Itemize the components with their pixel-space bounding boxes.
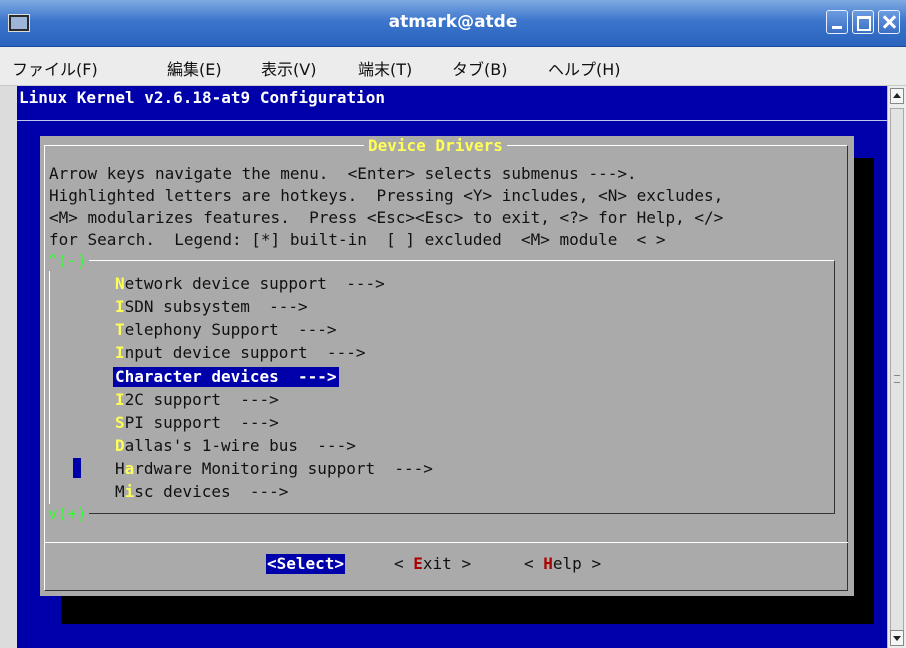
menu-item-input-device-support[interactable]: Input device support ---> xyxy=(113,343,367,363)
menu-item-misc-devices[interactable]: Misc devices ---> xyxy=(113,482,290,502)
menu-item-hardware-monitoring-support[interactable]: Hardware Monitoring support ---> xyxy=(113,459,435,479)
menu-file[interactable]: ファイル(F) xyxy=(12,56,98,80)
help-button[interactable]: < Help > xyxy=(524,554,601,574)
terminal-window: atmark@atde ファイル(F) 編集(E) 表示(V) 端末(T) タブ… xyxy=(0,0,906,648)
menu-tabs[interactable]: タブ(B) xyxy=(452,56,507,80)
help-line: Arrow keys navigate the menu. <Enter> se… xyxy=(49,164,637,183)
grip-icon xyxy=(894,375,900,383)
menu-help[interactable]: ヘルプ(H) xyxy=(548,56,621,80)
menu-edit[interactable]: 編集(E) xyxy=(167,56,222,80)
title-bar[interactable]: atmark@atde xyxy=(0,0,906,47)
scroll-down-indicator: v(+) xyxy=(46,504,89,524)
menu-item-character-devices[interactable]: Character devices ---> xyxy=(113,367,339,387)
menu-item-dallas-1-wire-bus[interactable]: Dallas's 1-wire bus ---> xyxy=(113,436,358,456)
close-button[interactable] xyxy=(878,10,900,34)
select-button[interactable]: <Select> xyxy=(266,554,346,574)
help-line: Highlighted letters are hotkeys. Pressin… xyxy=(49,186,724,205)
menu-item-telephony-support[interactable]: Telephony Support ---> xyxy=(113,320,339,340)
vertical-scrollbar[interactable] xyxy=(887,86,906,648)
scrollbar-thumb[interactable] xyxy=(890,108,904,644)
device-drivers-dialog: Device Drivers Arrow keys navigate the m… xyxy=(40,136,854,596)
menu-item-i2c-support[interactable]: I2C support ---> xyxy=(113,390,281,410)
window-title: atmark@atde xyxy=(388,12,518,32)
menu-item-spi-support[interactable]: SPI support ---> xyxy=(113,413,281,433)
scroll-down-arrow-icon[interactable] xyxy=(890,630,904,646)
menu-item-network-device-support[interactable]: Network device support ---> xyxy=(113,274,387,294)
scroll-up-indicator: ^(-) xyxy=(46,251,89,271)
dialog-title: Device Drivers xyxy=(364,136,507,156)
help-line: for Search. Legend: [*] built-in [ ] exc… xyxy=(49,230,666,249)
minimize-button[interactable] xyxy=(826,10,848,34)
menu-item-isdn-subsystem[interactable]: ISDN subsystem ---> xyxy=(113,297,310,317)
menu-view[interactable]: 表示(V) xyxy=(261,56,316,80)
header-divider xyxy=(17,120,887,121)
help-line: <M> modularizes features. Press <Esc><Es… xyxy=(49,208,724,227)
menu-terminal[interactable]: 端末(T) xyxy=(358,56,412,80)
exit-button[interactable]: < Exit > xyxy=(394,554,471,574)
terminal-screen[interactable]: Linux Kernel v2.6.18-at9 Configuration D… xyxy=(17,86,887,648)
maximize-button[interactable] xyxy=(852,10,874,34)
scroll-up-arrow-icon[interactable] xyxy=(890,88,904,104)
selection-marker xyxy=(73,458,81,478)
menu-bar: ファイル(F) 編集(E) 表示(V) 端末(T) タブ(B) ヘルプ(H) xyxy=(0,47,906,86)
button-row-divider xyxy=(44,542,848,543)
config-header: Linux Kernel v2.6.18-at9 Configuration xyxy=(19,88,386,107)
